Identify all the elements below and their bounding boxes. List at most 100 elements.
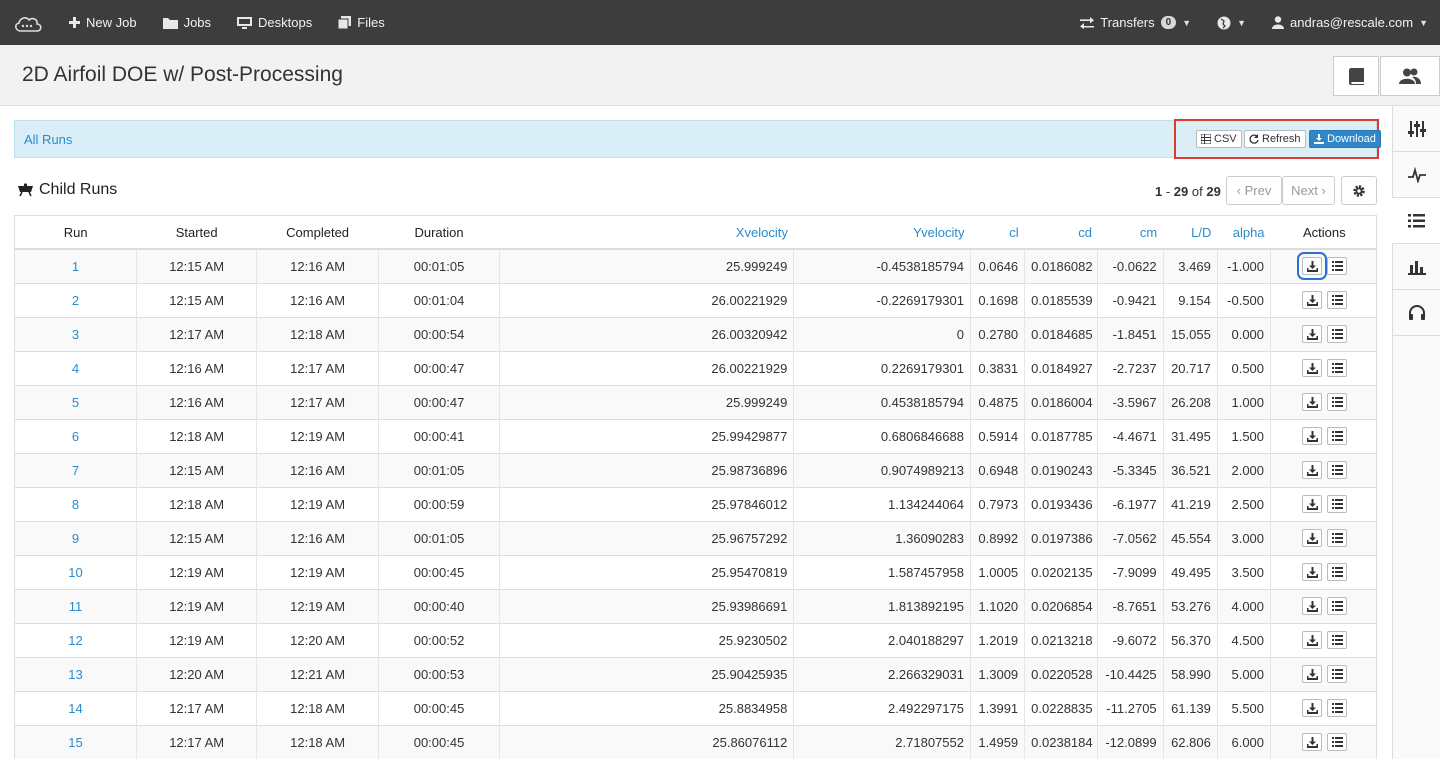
col-completed[interactable]: Completed — [256, 216, 379, 250]
download-run-button[interactable] — [1302, 359, 1323, 377]
nav-files[interactable]: Files — [338, 15, 385, 30]
sliders-icon — [1407, 120, 1426, 137]
download-run-button[interactable] — [1302, 495, 1323, 513]
cell-run[interactable]: 13 — [15, 656, 137, 691]
col-alpha[interactable]: alpha — [1217, 216, 1271, 250]
list-icon — [1331, 397, 1343, 407]
row-actions — [1277, 631, 1372, 649]
col-run[interactable]: Run — [15, 216, 137, 250]
view-run-details-button[interactable] — [1327, 427, 1348, 445]
cell-l-over-d: 36.521 — [1163, 452, 1218, 487]
download-run-button[interactable] — [1302, 427, 1323, 445]
download-run-button[interactable] — [1302, 597, 1323, 615]
cell-xvelocity: 25.98736896 — [499, 452, 795, 487]
cell-run[interactable]: 8 — [15, 486, 137, 521]
cell-run[interactable]: 12 — [15, 622, 137, 657]
download-run-button[interactable] — [1302, 461, 1323, 479]
col-started[interactable]: Started — [136, 216, 257, 250]
list-icon — [1331, 329, 1343, 339]
csv-button[interactable]: CSV — [1196, 130, 1242, 148]
row-actions — [1277, 733, 1372, 752]
sharing-button[interactable] — [1380, 56, 1440, 96]
rail-monitor-button[interactable] — [1393, 152, 1440, 198]
view-run-details-button[interactable] — [1327, 563, 1348, 581]
cell-run[interactable]: 15 — [15, 724, 137, 759]
rescale-logo-icon[interactable] — [13, 14, 42, 32]
view-run-details-button[interactable] — [1327, 257, 1348, 276]
cell-completed: 12:20 AM — [256, 622, 379, 657]
cell-run[interactable]: 3 — [15, 316, 137, 351]
cell-completed: 12:16 AM — [256, 452, 379, 487]
nav-user-menu[interactable]: andras@rescale.com ▼ — [1272, 15, 1428, 30]
col-duration[interactable]: Duration — [378, 216, 500, 250]
col-l-over-d[interactable]: L/D — [1163, 216, 1218, 250]
rail-runs-button[interactable] — [1392, 198, 1440, 244]
refresh-button[interactable]: Refresh — [1244, 130, 1306, 148]
col-xvelocity[interactable]: Xvelocity — [499, 216, 794, 250]
nav-transfers-label: Transfers — [1100, 15, 1155, 30]
column-settings-button[interactable] — [1341, 176, 1377, 205]
nav-language[interactable]: ▼ — [1217, 16, 1246, 30]
cell-run[interactable]: 5 — [15, 384, 137, 419]
cell-run[interactable]: 4 — [15, 350, 137, 385]
col-cd[interactable]: cd — [1024, 216, 1098, 250]
job-details-button[interactable] — [1333, 56, 1379, 96]
cell-cd: 0.0184927 — [1024, 350, 1099, 385]
view-run-details-button[interactable] — [1327, 393, 1348, 411]
all-runs-breadcrumb[interactable]: All Runs — [24, 132, 72, 147]
col-cm[interactable]: cm — [1097, 216, 1164, 250]
cell-l-over-d: 53.276 — [1163, 588, 1218, 623]
view-run-details-button[interactable] — [1327, 325, 1348, 343]
col-yvelocity[interactable]: Yvelocity — [793, 216, 971, 250]
cell-run[interactable]: 9 — [15, 520, 137, 555]
download-run-button[interactable] — [1302, 563, 1323, 581]
rail-charts-button[interactable] — [1393, 244, 1440, 290]
cell-completed: 12:18 AM — [256, 724, 379, 759]
download-run-button[interactable] — [1302, 733, 1323, 752]
view-run-details-button[interactable] — [1327, 733, 1348, 752]
download-run-button[interactable] — [1302, 291, 1323, 309]
list-icon — [1331, 669, 1343, 679]
cell-cd: 0.0184685 — [1024, 316, 1099, 351]
cell-run[interactable]: 7 — [15, 452, 137, 487]
view-run-details-button[interactable] — [1327, 461, 1348, 479]
view-run-details-button[interactable] — [1327, 631, 1348, 649]
download-run-button[interactable] — [1297, 252, 1328, 281]
view-run-details-button[interactable] — [1327, 529, 1348, 547]
cell-run[interactable]: 11 — [15, 588, 137, 623]
nav-desktops[interactable]: Desktops — [237, 15, 312, 30]
cell-run[interactable]: 10 — [15, 554, 137, 589]
prev-page-button[interactable]: ‹ Prev — [1226, 176, 1282, 205]
cell-started: 12:19 AM — [136, 622, 258, 657]
view-run-details-button[interactable] — [1327, 597, 1348, 615]
view-run-details-button[interactable] — [1327, 665, 1348, 683]
table-row: 2 12:15 AM 12:16 AM 00:01:04 26.00221929 -0.2… — [15, 282, 1376, 317]
nav-new-job[interactable]: New Job — [69, 15, 137, 30]
download-run-button[interactable] — [1302, 393, 1323, 411]
nav-jobs[interactable]: Jobs — [162, 15, 211, 30]
download-run-button[interactable] — [1302, 529, 1323, 547]
download-run-button[interactable] — [1302, 325, 1323, 343]
row-actions — [1277, 665, 1372, 683]
range-of: of — [1188, 184, 1207, 199]
cell-actions — [1270, 622, 1376, 657]
cell-run[interactable]: 14 — [15, 690, 137, 725]
view-run-details-button[interactable] — [1327, 495, 1348, 513]
view-run-details-button[interactable] — [1327, 359, 1348, 377]
download-run-button[interactable] — [1302, 699, 1323, 717]
nav-transfers[interactable]: Transfers 0 ▼ — [1080, 15, 1191, 30]
view-run-details-button[interactable] — [1327, 699, 1348, 717]
rail-settings-button[interactable] — [1393, 106, 1440, 152]
cell-run[interactable]: 6 — [15, 418, 137, 453]
view-run-details-button[interactable] — [1327, 291, 1348, 309]
download-run-button[interactable] — [1302, 631, 1323, 649]
col-cl[interactable]: cl — [970, 216, 1025, 250]
download-run-button[interactable] — [1302, 665, 1323, 683]
cell-yvelocity: 1.134244064 — [793, 486, 971, 521]
cell-actions — [1270, 282, 1376, 317]
cell-run[interactable]: 2 — [15, 282, 137, 317]
next-page-button[interactable]: Next › — [1282, 176, 1335, 205]
cell-run[interactable]: 1 — [15, 248, 137, 283]
download-all-button[interactable]: Download — [1309, 130, 1381, 148]
rail-support-button[interactable] — [1393, 290, 1440, 336]
